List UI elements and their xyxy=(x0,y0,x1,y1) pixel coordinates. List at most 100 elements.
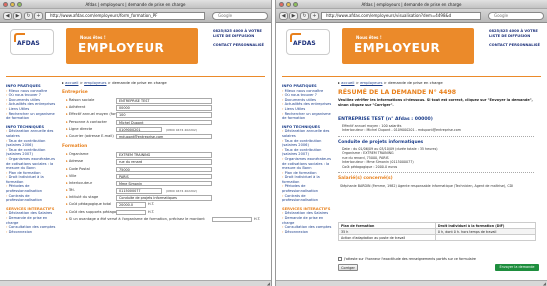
field-input[interactable]: 100 xyxy=(116,112,212,118)
field-input[interactable]: Mme Simonin xyxy=(116,180,212,187)
sidebar-link[interactable]: Contrats de professionnalisation xyxy=(282,194,334,203)
hours-table: Plan de formation Droit individuel à la f… xyxy=(338,222,537,241)
form-row: Intitulé du stage Conduite de projets inf… xyxy=(62,194,266,201)
training-details: Date : du 01/06/09 au 03/10/09 (durée to… xyxy=(340,147,438,169)
summary-line: Coût pédagogique : 2000.0 euros xyxy=(342,164,398,169)
forward-icon[interactable]: ▶ xyxy=(289,12,298,20)
reload-icon[interactable]: ↻ xyxy=(24,12,33,20)
banner-subtitle: Nous êtes ! xyxy=(356,35,382,40)
employees-heading: Salarié(s) concerné(s) xyxy=(338,176,393,181)
sidebar-link[interactable]: Droit Individuel à la formation xyxy=(6,175,58,184)
field-input[interactable] xyxy=(212,216,252,223)
field-label: Personne à contacter xyxy=(66,119,107,126)
field-input[interactable]: PARIS xyxy=(116,173,212,180)
field-input[interactable]: rue du renard xyxy=(116,159,212,165)
forward-icon[interactable]: ▶ xyxy=(13,12,22,20)
sidebar-link[interactable]: Déconnexion xyxy=(6,230,58,235)
send-request-button[interactable]: Envoyer la demande xyxy=(495,264,539,271)
afdas-logo[interactable]: AFDAS xyxy=(286,29,330,55)
field-label: Tél. xyxy=(66,187,75,194)
resize-grip-icon[interactable]: ◢ xyxy=(267,281,270,286)
sidebar-link[interactable]: Taux de contribution (salaires 2006) xyxy=(6,139,58,148)
breadcrumb-employeurs[interactable]: employeurs xyxy=(360,80,382,85)
sidebar-link[interactable]: Rechercher un organisme de formation xyxy=(282,112,334,121)
browser-window-form: Afdas | employeurs | demande de prise en… xyxy=(0,0,272,286)
request-form: Entreprise Raison sociale ENTREPRISE TEST… xyxy=(62,88,266,223)
add-bookmark-icon[interactable]: + xyxy=(34,12,43,20)
sidebar-link[interactable]: Rechercher un organisme de formation xyxy=(6,112,58,121)
back-icon[interactable]: ◀ xyxy=(3,12,12,20)
form-row: Personne à contacter Michel Dupont xyxy=(62,119,266,126)
minimize-window-button[interactable] xyxy=(286,2,291,7)
breadcrumb-home[interactable]: accueil xyxy=(65,80,78,85)
close-window-button[interactable] xyxy=(3,2,8,7)
field-input[interactable]: EXTREM TRAINING xyxy=(116,152,212,158)
attestation-checkbox-row[interactable]: J'atteste sur l'honneur l'exactitude des… xyxy=(338,257,476,261)
resize-grip-icon[interactable]: ◢ xyxy=(543,281,546,286)
banner-title: EMPLOYEUR xyxy=(354,41,441,55)
zoom-window-button[interactable] xyxy=(17,2,22,7)
employee-line: Stéphanie BARDIN (Femme, 1982) Agente re… xyxy=(340,184,514,188)
field-input[interactable]: 0109000201 xyxy=(116,126,162,133)
table-row: Action d'adaptation au poste de travail xyxy=(338,234,537,241)
field-input[interactable]: mdupont@entreprise.com xyxy=(116,133,212,140)
breadcrumb-employeurs[interactable]: employeurs xyxy=(84,80,106,85)
header-mailing-list-link[interactable]: LISTE DE DIFFUSION xyxy=(489,34,541,39)
add-bookmark-icon[interactable]: + xyxy=(310,12,319,20)
correct-button[interactable]: Corriger xyxy=(338,264,358,271)
afdas-logo[interactable]: AFDAS xyxy=(10,29,54,55)
field-label: Raison sociale xyxy=(66,97,95,104)
section-heading-formation: Formation xyxy=(62,144,88,150)
sidebar-link[interactable]: Déclaration annuelle des salaires xyxy=(282,129,334,138)
field-input[interactable]: 00000 xyxy=(116,105,212,111)
sidebar-link[interactable]: Demande de prise en charge xyxy=(6,216,58,225)
minimize-window-button[interactable] xyxy=(10,2,15,7)
attestation-checkbox[interactable] xyxy=(338,257,342,261)
field-label: Intitulé du stage xyxy=(66,194,98,201)
sidebar-link[interactable]: Périodes de professionnalisation xyxy=(282,184,334,193)
search-field[interactable]: Google xyxy=(212,12,268,20)
breadcrumb-home[interactable]: accueil xyxy=(341,80,354,85)
sidebar-link[interactable]: Taux de contribution (salaires 2007) xyxy=(282,148,334,157)
sidebar-link[interactable]: Droit Individuel à la formation xyxy=(282,175,334,184)
field-input[interactable]: Michel Dupont xyxy=(116,119,212,126)
sidebar-link[interactable]: Déconnexion xyxy=(282,230,334,235)
field-label: Code Postal xyxy=(66,166,90,173)
sidebar-link[interactable]: Organismes exonérateurs de cotisations s… xyxy=(282,157,334,171)
address-bar[interactable]: http://www.afdas.com/employeurs/form_for… xyxy=(45,12,205,20)
browser-toolbar: ◀ ▶ ↻ + http://www.afdas.com/employeurs/… xyxy=(0,9,271,23)
form-row: Effectif annuel moyen (fonds intermédiai… xyxy=(62,111,266,118)
field-input[interactable]: 20000.0 xyxy=(116,202,146,208)
field-input[interactable]: 75000 xyxy=(116,166,212,172)
sidebar-link[interactable]: Taux de contribution (salaires 2006) xyxy=(282,139,334,148)
field-input[interactable] xyxy=(116,209,146,216)
breadcrumb-current: demande de prise en charge xyxy=(388,80,443,85)
sidebar-link[interactable]: Périodes de professionnalisation xyxy=(6,184,58,193)
reload-icon[interactable]: ↻ xyxy=(300,12,309,20)
sidebar-link[interactable]: Déclaration annuelle des salaires xyxy=(6,129,58,138)
sidebar-link[interactable]: Demande de prise en charge xyxy=(282,216,334,225)
breadcrumb: ▸ accueil > employeurs > demande de pris… xyxy=(62,80,167,85)
header-divider xyxy=(6,76,265,77)
site-header: AFDAS Nous êtes ! EMPLOYEUR 0825/825 400… xyxy=(282,26,541,76)
form-row: Raison sociale ENTREPRISE TEST xyxy=(62,97,266,104)
header-contact-link[interactable]: CONTACT PERSONNALISÉ xyxy=(489,43,541,48)
header-contact-link[interactable]: CONTACT PERSONNALISÉ xyxy=(213,43,265,48)
sidebar-link[interactable]: Taux de contribution (salaires 2007) xyxy=(6,148,58,157)
status-bar: ◢ xyxy=(0,280,271,286)
address-bar[interactable]: http://www.afdas.com/employeurs/visualis… xyxy=(321,12,481,20)
field-input[interactable]: ENTREPRISE TEST xyxy=(116,98,212,104)
sidebar-link[interactable]: Contrats de professionnalisation xyxy=(6,194,58,203)
field-input[interactable]: 0115000077 xyxy=(116,188,162,194)
sidebar-link[interactable]: Organismes exonérateurs de cotisations s… xyxy=(6,157,58,171)
header-mailing-list-link[interactable]: LISTE DE DIFFUSION xyxy=(213,34,265,39)
close-window-button[interactable] xyxy=(279,2,284,7)
form-row: Ligne directe0109000201(0800 0474 402202… xyxy=(62,126,266,133)
back-icon[interactable]: ◀ xyxy=(279,12,288,20)
field-unit: H.T. xyxy=(254,216,261,221)
search-field[interactable]: Google xyxy=(488,12,544,20)
window-title: Afdas | employeurs | demande de prise en… xyxy=(361,2,462,7)
zoom-window-button[interactable] xyxy=(293,2,298,7)
field-label: Ligne directe xyxy=(66,126,92,133)
field-input[interactable]: Conduite de projets informatiques xyxy=(116,195,212,201)
